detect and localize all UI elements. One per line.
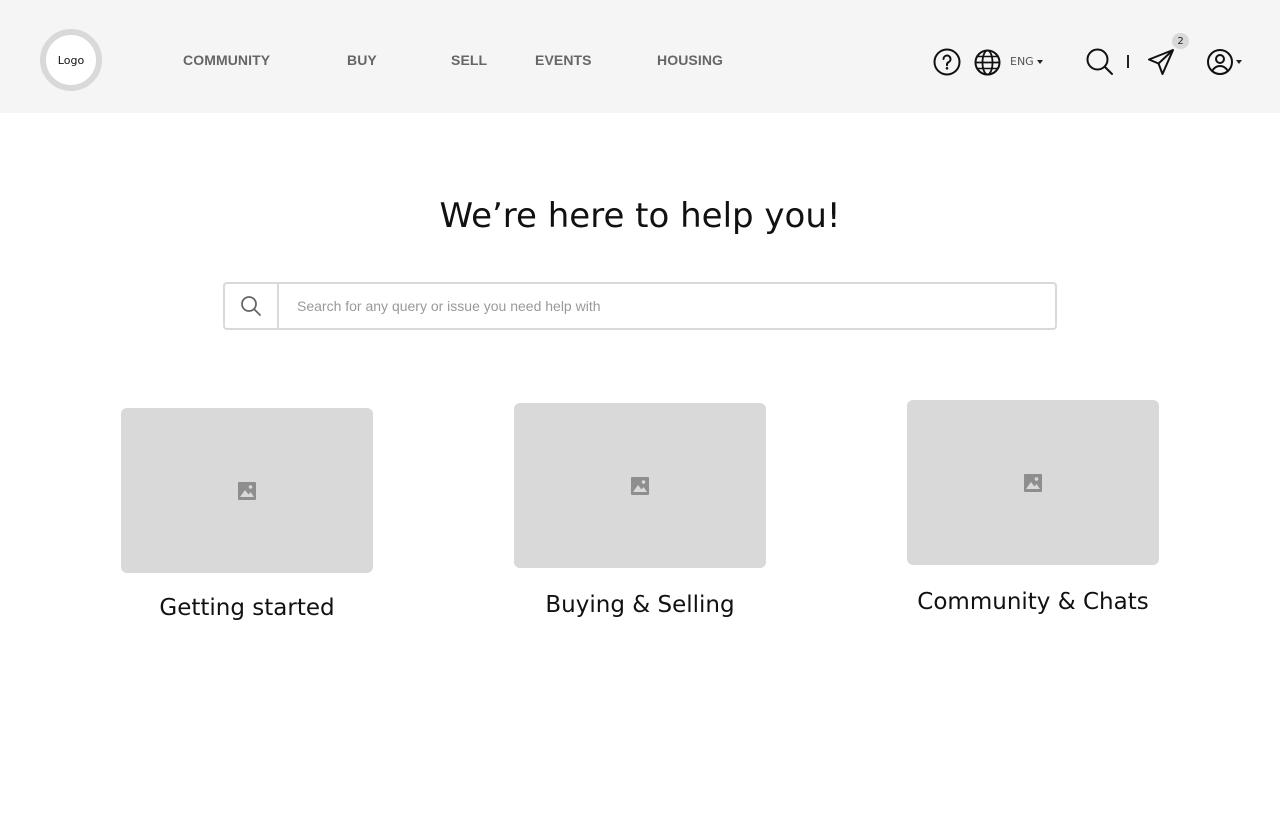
search-icon[interactable] <box>1085 47 1115 77</box>
messages-badge: 2 <box>1172 33 1189 49</box>
search-input[interactable] <box>281 284 1055 328</box>
logo[interactable]: Logo <box>40 29 102 91</box>
search-icon <box>241 296 261 316</box>
card-title: Buying & Selling <box>545 592 735 618</box>
user-icon <box>1207 49 1233 75</box>
logo-text: Logo <box>57 53 85 67</box>
search-button[interactable] <box>225 284 279 328</box>
language-selector[interactable]: ENG <box>1010 55 1043 68</box>
image-placeholder-icon <box>238 481 256 500</box>
user-menu[interactable] <box>1205 48 1243 76</box>
language-label: ENG <box>1010 55 1034 68</box>
card-title: Getting started <box>159 595 335 621</box>
card-image <box>514 403 766 568</box>
help-icon[interactable] <box>932 47 962 77</box>
nav-item-community[interactable]: COMMUNITY <box>183 52 270 68</box>
category-card-getting-started[interactable]: Getting started <box>121 408 373 621</box>
header: Logo COMMUNITY BUY SELL EVENTS HOUSING E… <box>0 0 1280 113</box>
card-image <box>907 400 1159 565</box>
nav-item-events[interactable]: EVENTS <box>535 52 592 68</box>
nav-item-buy[interactable]: BUY <box>347 52 377 68</box>
image-placeholder-icon <box>631 476 649 495</box>
nav-item-sell[interactable]: SELL <box>451 52 487 68</box>
chevron-down-icon <box>1236 60 1242 64</box>
search-bar <box>223 282 1057 330</box>
image-placeholder-icon <box>1024 473 1042 492</box>
send-icon[interactable] <box>1146 47 1176 77</box>
category-card-buying-selling[interactable]: Buying & Selling <box>514 403 766 618</box>
card-image <box>121 408 373 573</box>
category-card-community-chats[interactable]: Community & Chats <box>907 400 1159 615</box>
card-title: Community & Chats <box>917 589 1149 615</box>
chevron-down-icon <box>1036 60 1043 64</box>
globe-icon[interactable] <box>973 48 1001 76</box>
divider <box>1127 55 1129 68</box>
page-title: We’re here to help you! <box>439 196 841 236</box>
nav-item-housing[interactable]: HOUSING <box>657 52 723 68</box>
